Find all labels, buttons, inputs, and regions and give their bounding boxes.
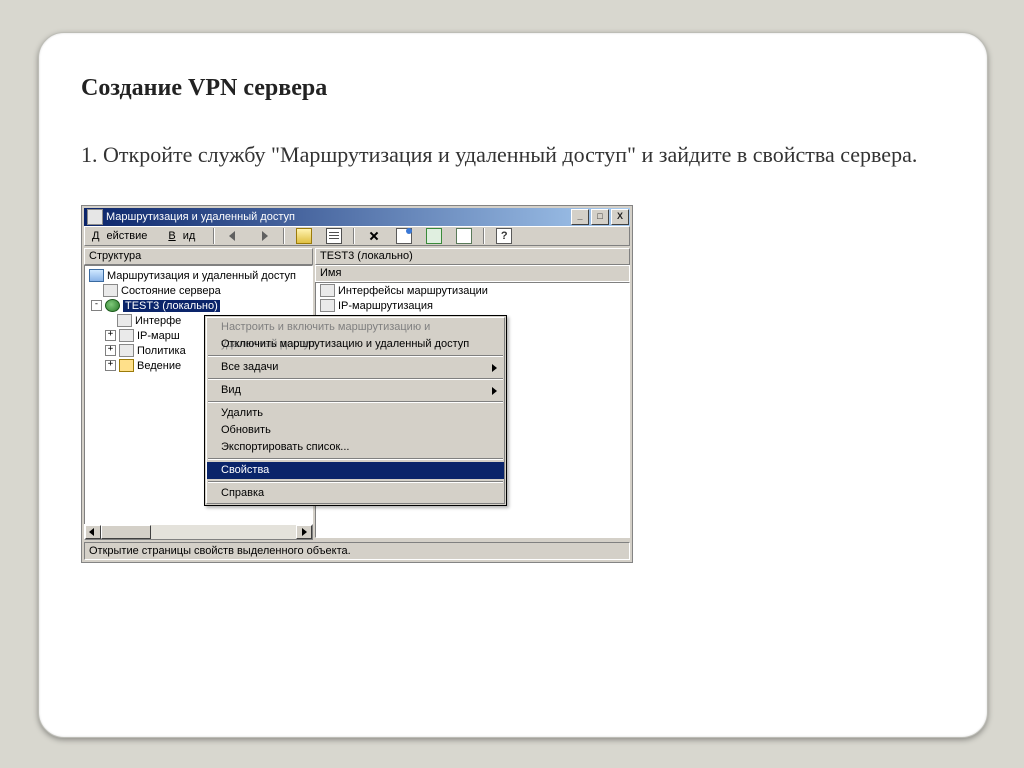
show-console-icon[interactable] [326, 228, 342, 244]
tree-scrollbar[interactable] [84, 524, 313, 540]
close-button[interactable]: X [611, 209, 629, 225]
policy-icon [119, 344, 134, 357]
back-icon[interactable] [226, 228, 242, 244]
menu-toolbar: Действие Вид ? [84, 226, 630, 246]
slide-content: Создание VPN сервера 1. Откройте службу … [81, 75, 945, 695]
menu-configure-rras: Настроить и включить маршрутизацию и уда… [207, 319, 504, 336]
maximize-button[interactable]: □ [591, 209, 609, 225]
console-root-icon [89, 269, 104, 282]
menu-action[interactable]: Действие [92, 230, 154, 242]
up-folder-icon[interactable] [296, 228, 312, 244]
server-status-icon [103, 284, 118, 297]
menu-help[interactable]: Справка [207, 485, 504, 502]
content-header: TEST3 (локально) [315, 248, 630, 265]
tree-server-status[interactable]: Состояние сервера [85, 283, 312, 298]
scroll-left-button[interactable] [85, 525, 101, 539]
menu-export-list[interactable]: Экспортировать список... [207, 439, 504, 456]
minimize-button[interactable]: _ [571, 209, 589, 225]
expand-toggle-icon[interactable]: + [105, 330, 116, 341]
collapse-toggle-icon[interactable]: - [91, 300, 102, 311]
interfaces-icon [117, 314, 132, 327]
menu-separator [208, 481, 503, 483]
slide-frame: Создание VPN сервера 1. Откройте службу … [38, 32, 988, 738]
menu-separator [208, 458, 503, 460]
menu-separator [208, 378, 503, 380]
status-bar: Открытие страницы свойств выделенного об… [84, 542, 630, 560]
list-column-header[interactable]: Имя [315, 265, 630, 282]
status-text: Открытие страницы свойств выделенного об… [89, 545, 351, 557]
menu-separator [208, 401, 503, 403]
help-icon[interactable]: ? [496, 228, 512, 244]
tree-root[interactable]: Маршрутизация и удаленный доступ [85, 268, 312, 283]
app-icon [87, 209, 103, 225]
menu-properties[interactable]: Свойства [207, 462, 504, 479]
mmc-window: Маршрутизация и удаленный доступ _ □ X Д… [81, 205, 633, 563]
menu-delete[interactable]: Удалить [207, 405, 504, 422]
ip-routing-icon [119, 329, 134, 342]
scroll-thumb[interactable] [101, 525, 151, 539]
menu-separator [208, 355, 503, 357]
window-titlebar[interactable]: Маршрутизация и удаленный доступ _ □ X [84, 208, 630, 226]
menu-view[interactable]: Вид [207, 382, 504, 399]
slide-title: Создание VPN сервера [81, 75, 945, 102]
menu-refresh[interactable]: Обновить [207, 422, 504, 439]
refresh-icon[interactable] [426, 228, 442, 244]
tree-server-node[interactable]: - TEST3 (локально) [85, 298, 312, 313]
logging-icon [119, 359, 134, 372]
export-icon[interactable] [456, 228, 472, 244]
delete-icon[interactable] [366, 228, 382, 244]
slide-text: 1. Откройте службу "Маршрутизация и удал… [81, 140, 945, 170]
interfaces-icon [320, 284, 335, 297]
menu-all-tasks[interactable]: Все задачи [207, 359, 504, 376]
server-icon [105, 299, 120, 312]
submenu-arrow-icon [492, 387, 497, 395]
list-item[interactable]: IP-маршрутизация [316, 298, 629, 313]
ip-routing-icon [320, 299, 335, 312]
structure-header[interactable]: Структура [84, 248, 313, 265]
forward-icon[interactable] [256, 228, 272, 244]
properties-icon[interactable] [396, 228, 412, 244]
scroll-right-button[interactable] [296, 525, 312, 539]
window-title: Маршрутизация и удаленный доступ [106, 208, 295, 226]
toolbar-divider [213, 228, 215, 244]
menu-disable-rras[interactable]: Отключить маршрутизацию и удаленный дост… [207, 336, 504, 353]
list-item[interactable]: Интерфейсы маршрутизации [316, 283, 629, 298]
context-menu: Настроить и включить маршрутизацию и уда… [204, 315, 507, 506]
submenu-arrow-icon [492, 364, 497, 372]
menu-view[interactable]: Вид [168, 230, 202, 242]
